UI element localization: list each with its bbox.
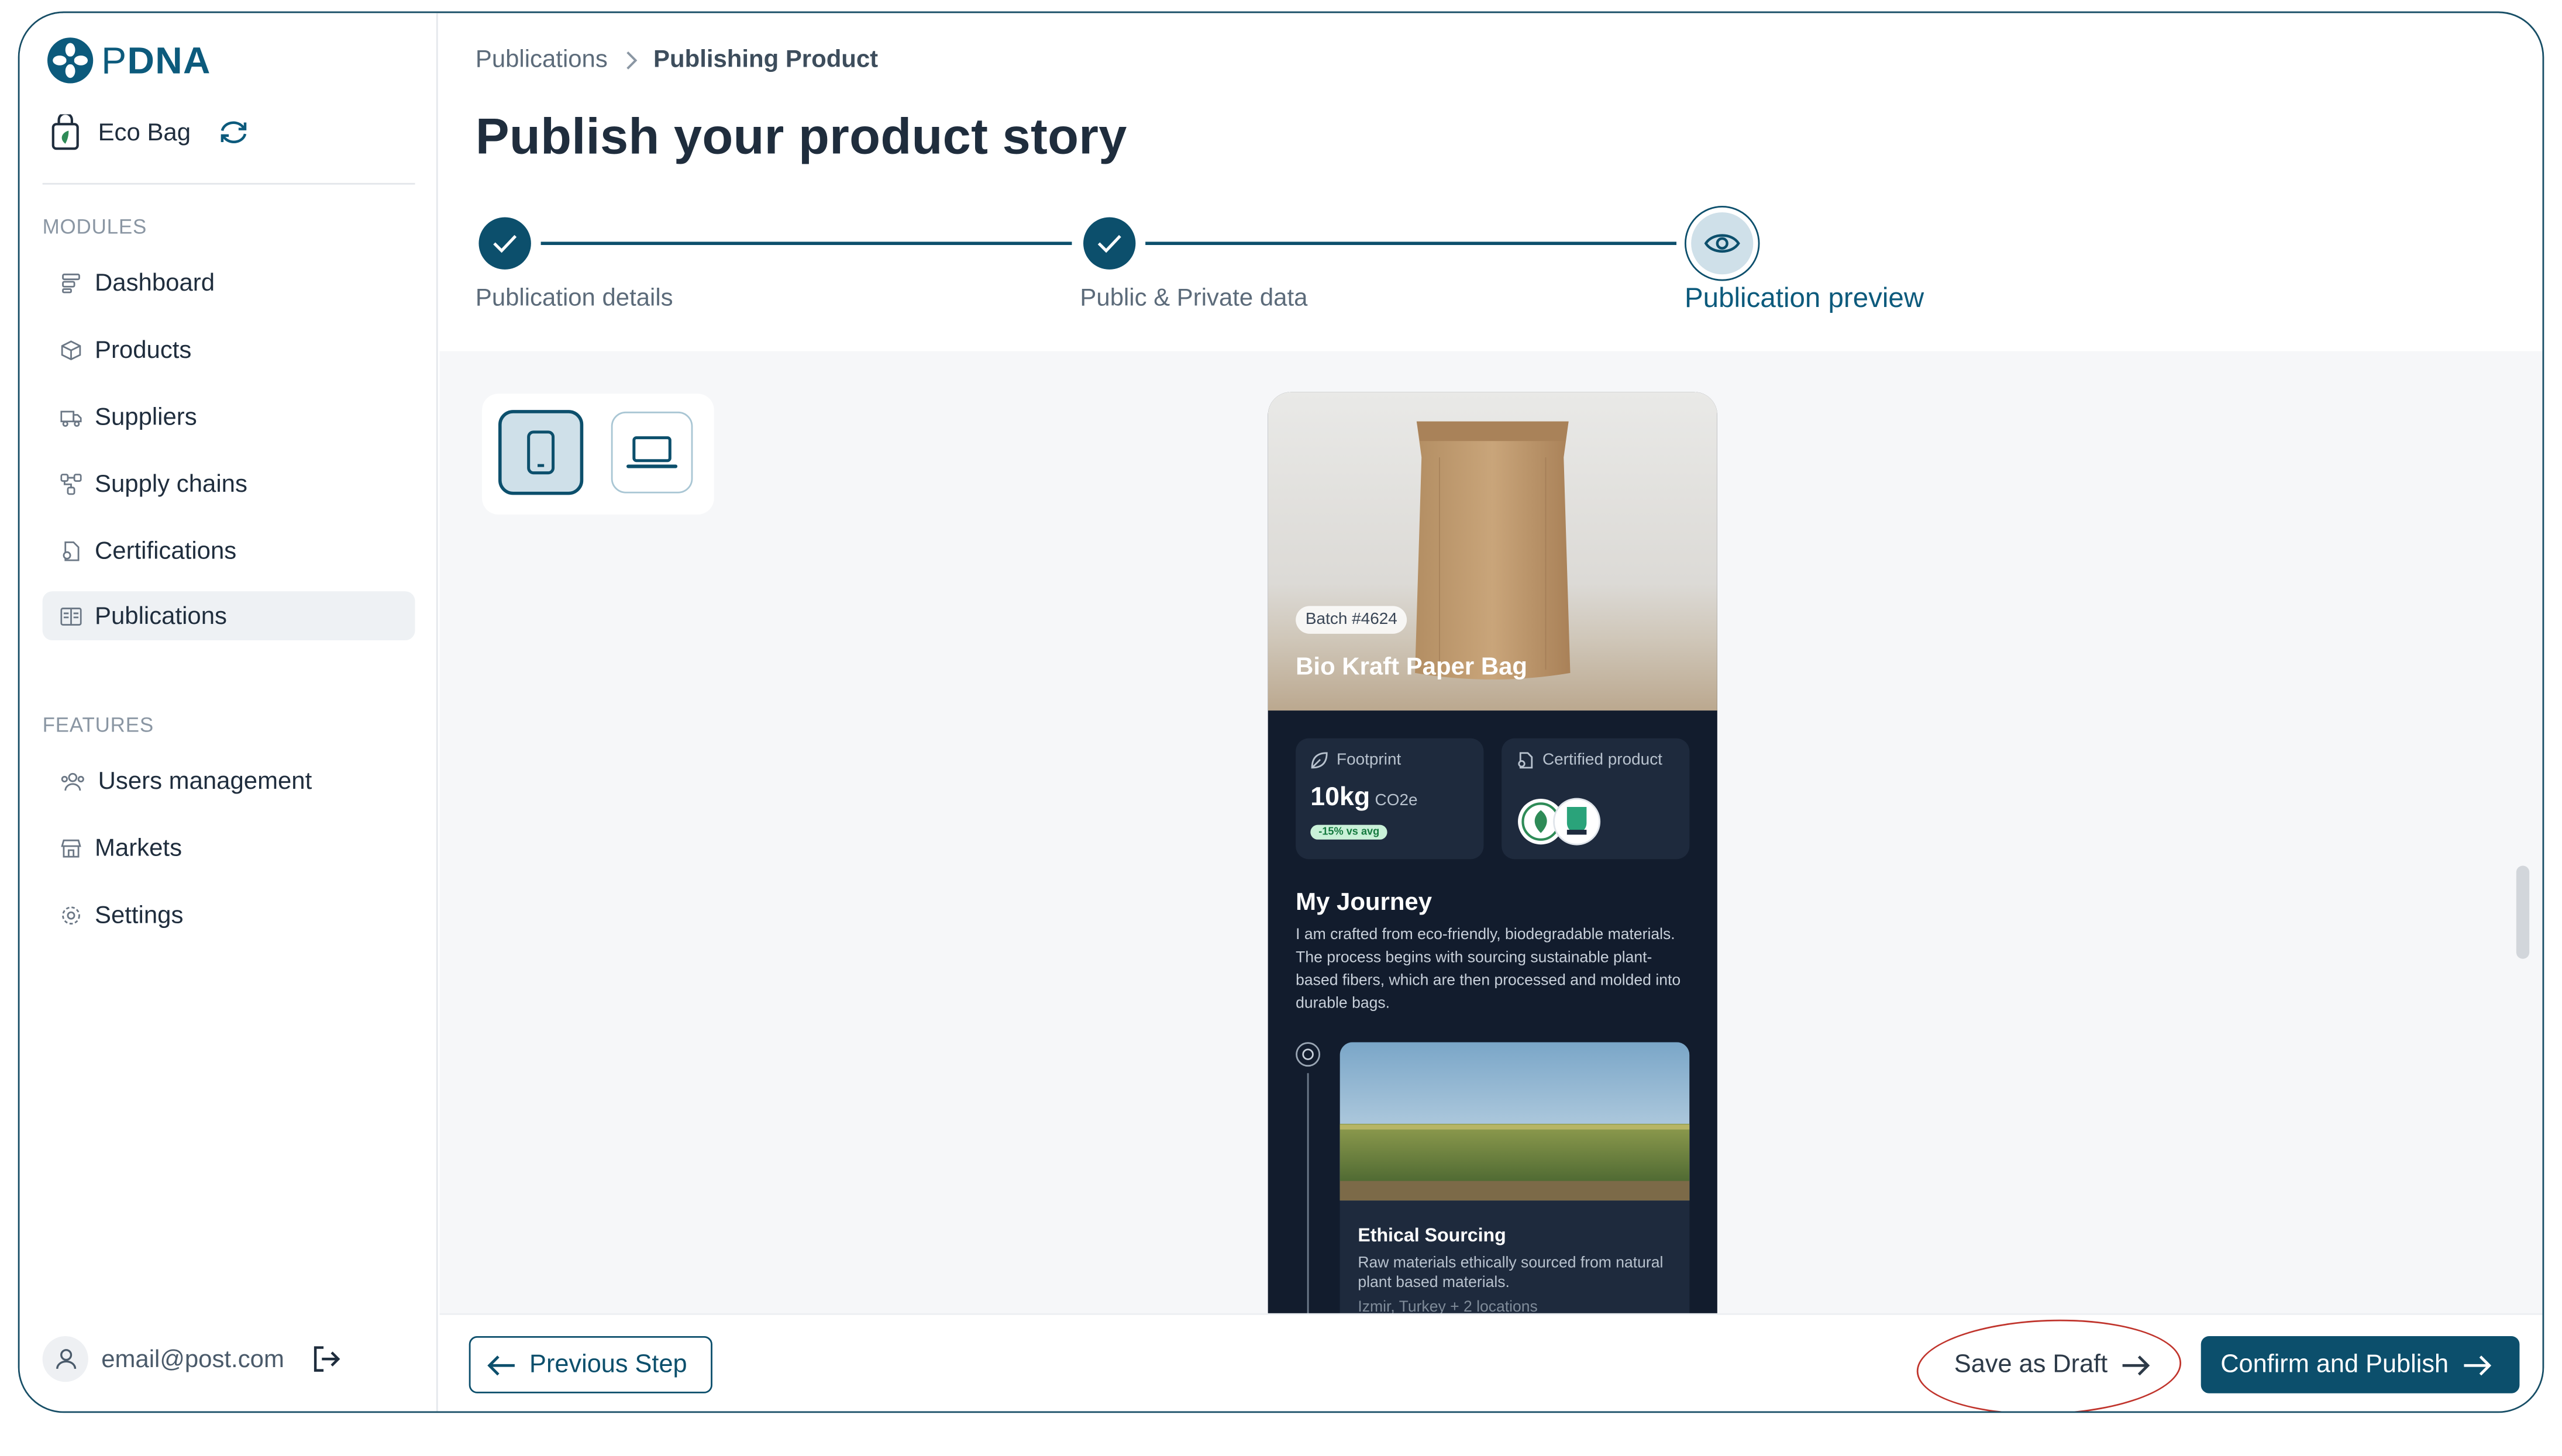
step-1-check-icon (478, 217, 531, 270)
chevron-right-icon (626, 50, 638, 69)
footprint-badge: -15% vs avg (1310, 824, 1388, 840)
modules-label: MODULES (42, 215, 147, 239)
sidebar-item-publications[interactable]: Publications (42, 591, 415, 641)
user-icon (55, 1349, 75, 1369)
footprint-card: Footprint 10kg CO2e -15% vs avg (1296, 738, 1484, 860)
stage-text: Raw materials ethically sourced from nat… (1358, 1254, 1664, 1292)
logo-text: PDNA (101, 38, 211, 81)
step-label-publication-preview: Publication preview (1684, 282, 1924, 314)
sidebar-item-label: Certifications (95, 536, 237, 565)
crop-field-image (1339, 1042, 1690, 1201)
step-3-eye-icon (1684, 205, 1760, 281)
certified-card: Certified product (1502, 738, 1690, 860)
sidebar-item-users-management[interactable]: Users management (43, 756, 415, 805)
store-icon (61, 839, 81, 857)
product-title: Bio Kraft Paper Bag (1296, 653, 1527, 681)
sidebar-item-label: Dashboard (95, 268, 215, 297)
arrow-right-icon (2122, 1354, 2150, 1375)
user-email: email@post.com (101, 1345, 284, 1373)
swap-icon[interactable] (217, 118, 250, 147)
sidebar-item-label: Settings (95, 900, 184, 929)
step-connector-1 (540, 241, 1072, 246)
mobile-view-button[interactable] (498, 410, 584, 495)
previous-step-button[interactable]: Previous Step (469, 1336, 712, 1393)
oeko-tex-seal-icon (1553, 798, 1601, 846)
bag-icon (51, 114, 79, 150)
confirm-publish-button[interactable]: Confirm and Publish (2201, 1336, 2520, 1393)
page-title: Publish your product story (475, 108, 1127, 165)
timeline-sourcing-icon (1296, 1042, 1321, 1067)
save-draft-button[interactable]: Save as Draft (1926, 1336, 2175, 1393)
user-account: email@post.com (42, 1336, 343, 1382)
sidebar-item-label: Markets (95, 834, 182, 862)
certified-label: Certified product (1516, 751, 1662, 770)
logo-icon (47, 37, 94, 84)
sidebar-item-certifications[interactable]: Certifications (43, 526, 415, 575)
sidebar-item-products[interactable]: Products (43, 325, 415, 374)
preview-scrollbar[interactable] (2516, 865, 2530, 959)
desktop-view-button[interactable] (611, 411, 693, 494)
preview-area: Batch #4624 Bio Kraft Paper Bag Footprin… (439, 351, 2543, 1372)
leaf-icon (1311, 752, 1328, 769)
batch-badge: Batch #4624 (1296, 606, 1407, 634)
sidebar-item-supply-chains[interactable]: Supply chains (43, 459, 415, 508)
sidebar-item-label: Publications (95, 602, 227, 630)
device-toggle (482, 394, 714, 515)
logo[interactable]: PDNA (46, 36, 211, 85)
product-switcher[interactable]: Eco Bag (49, 114, 250, 150)
stage-title: Ethical Sourcing (1358, 1226, 1506, 1247)
sidebar-item-label: Supply chains (95, 470, 247, 498)
footer-actions: Previous Step Save as Draft Confirm and … (439, 1313, 2543, 1412)
avatar[interactable] (42, 1336, 88, 1382)
laptop-icon (626, 436, 678, 468)
mobile-preview: Batch #4624 Bio Kraft Paper Bag Footprin… (1268, 392, 1717, 1372)
features-label: FEATURES (42, 713, 154, 737)
step-label-public-private-data[interactable]: Public & Private data (1080, 284, 1307, 312)
breadcrumb: Publications Publishing Product (476, 46, 878, 73)
sidebar-item-label: Suppliers (95, 402, 197, 431)
main-content: Publications Publishing Product Publish … (439, 13, 2543, 1412)
footprint-value: 10kg CO2e (1310, 784, 1418, 812)
sidebar-item-label: Products (95, 336, 192, 364)
certificate-icon (1518, 752, 1533, 769)
product-hero-image: Batch #4624 Bio Kraft Paper Bag (1268, 392, 1717, 711)
phone-icon (527, 430, 555, 475)
product-name: Eco Bag (98, 118, 191, 147)
sidebar-item-suppliers[interactable]: Suppliers (43, 392, 415, 441)
sidebar-item-settings[interactable]: Settings (43, 890, 415, 939)
arrow-right-icon (2463, 1354, 2491, 1375)
arrow-left-icon (487, 1354, 515, 1375)
cube-icon (61, 339, 81, 360)
sidebar: PDNA Eco Bag MODULES Dashboard Products … (19, 13, 438, 1412)
journey-title: My Journey (1296, 888, 1432, 917)
breadcrumb-publications[interactable]: Publications (476, 46, 608, 73)
step-label-publication-details[interactable]: Publication details (476, 284, 673, 312)
paper-bag-image (1415, 421, 1571, 680)
users-icon (61, 772, 84, 790)
journey-text: I am crafted from eco-friendly, biodegra… (1296, 926, 1681, 1013)
logout-icon[interactable] (311, 1344, 343, 1374)
sidebar-divider (42, 182, 415, 185)
dashboard-icon (62, 272, 80, 293)
publication-icon (60, 606, 82, 625)
step-2-check-icon (1083, 217, 1136, 270)
sidebar-item-dashboard[interactable]: Dashboard (43, 258, 415, 307)
certificate-icon (63, 540, 80, 561)
sidebar-item-markets[interactable]: Markets (43, 823, 415, 872)
sidebar-item-label: Users management (98, 767, 312, 795)
footprint-label: Footprint (1310, 751, 1401, 770)
network-icon (60, 472, 82, 495)
breadcrumb-current: Publishing Product (653, 46, 879, 74)
app-window: PDNA Eco Bag MODULES Dashboard Products … (18, 11, 2544, 1413)
step-connector-2 (1145, 241, 1677, 246)
truck-icon (60, 410, 82, 426)
gear-icon (62, 905, 80, 924)
